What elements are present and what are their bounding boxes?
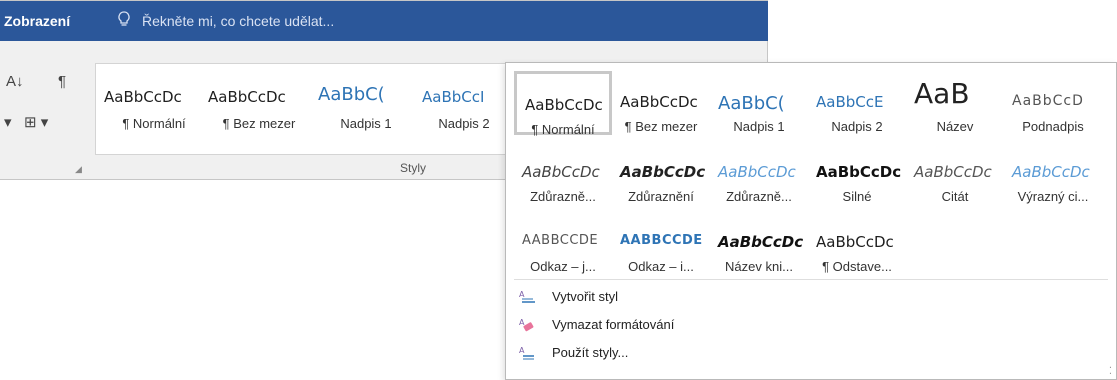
style-tile[interactable]: AABBCCDE Odkaz – j... [514,211,612,275]
styles-group-caption: Styly [400,161,427,175]
gallery-label: ¶ Bez mezer [222,116,296,131]
style-sample: AaBbCcD [1012,93,1084,109]
gallery-label: ¶ Normální [122,116,186,131]
style-label: ¶ Normální [531,122,595,137]
style-sample: AaBbCcDc [522,163,600,181]
style-label: Zdůrazně... [530,189,596,204]
apply-styles-icon: A [519,346,534,360]
gallery-sample: AaBbC( [318,84,385,105]
style-sample: AaB [914,77,970,110]
style-sample: AaBbCcDc [718,163,796,181]
style-label: Zdůraznění [628,189,694,204]
style-sample: AABBCCDE [522,233,599,248]
style-label: Výrazný ci... [1017,189,1089,204]
pilcrow-icon[interactable]: ¶ [58,73,66,90]
style-tile[interactable]: AaBbCcDc ¶ Odstave... [808,211,906,275]
paragraph-dialog-launcher-icon[interactable]: ◢ [75,164,82,175]
style-sample: AaBbCcDc [816,163,902,181]
create-style-icon: A [519,290,535,303]
gallery-sample: AaBbCcDc [208,88,286,106]
style-sample: AaBbCcE [816,93,884,111]
eraser-icon: A [519,318,534,332]
style-label: Název kni... [725,259,793,274]
sort-icon[interactable]: A↓ [6,73,24,90]
style-label: ¶ Bez mezer [624,119,698,134]
style-gallery: AaBbCcDc ¶ Normální AaBbCcDc ¶ Bez mezer… [95,63,506,155]
borders-icon[interactable]: ⊞ ▾ [24,113,48,131]
style-label: Nadpis 2 [831,119,883,134]
style-tile[interactable]: AaBbCcDc Zdůraznění [612,141,710,205]
style-label: Nadpis 1 [733,119,785,134]
menu-separator [514,279,1108,280]
svg-text:A: A [519,318,525,327]
gallery-sample: AaBbCcDc [104,88,182,106]
clear-formatting-label: Vymazat formátování [552,317,675,332]
tab-view[interactable]: Zobrazení [4,13,70,29]
tell-me-search[interactable]: Řekněte mi, co chcete udělat... [142,13,334,29]
style-label: Silné [842,189,872,204]
style-tile[interactable]: AaBbCcDc ¶ Normální [514,71,612,137]
style-tile[interactable]: AaBbCcDc Citát [906,141,1004,205]
style-sample: AaBbCcDc [816,233,894,251]
style-label: Odkaz – j... [530,259,596,274]
gallery-label: Nadpis 1 [340,116,392,131]
style-label: Podnadpis [1022,119,1084,134]
style-tile[interactable]: AaBbCcDc ¶ Bez mezer [612,71,710,135]
style-tile[interactable]: AaBbCcDc Výrazný ci... [1004,141,1102,205]
style-label: ¶ Odstave... [822,259,892,274]
styles-dropdown: AaBbCcDc ¶ Normální AaBbCcDc ¶ Bez mezer AaB… [505,62,1117,380]
style-sample: AaBbC( [718,93,785,114]
style-tile[interactable]: AaBbCcD Podnadpis [1004,71,1102,135]
style-sample: AABBCCDE [620,233,703,248]
apply-styles-label: Použít styly... [552,345,629,360]
apply-styles-menu-item[interactable]: A Použít styly... [514,341,814,365]
create-style-label: Vytvořit styl [552,289,618,304]
style-tile[interactable]: AaBbCcE Nadpis 2 [808,71,906,135]
style-tile[interactable]: AaBbCcDc Zdůrazně... [710,141,808,205]
svg-text:A: A [519,346,525,355]
gallery-style-heading-2[interactable]: AaBbCcI Nadpis 2 [422,68,506,146]
resize-grip-icon[interactable]: ⁚ [1109,366,1112,377]
style-sample: AaBbCcDc [620,93,698,111]
style-label: Odkaz – i... [628,259,694,274]
style-sample: AaBbCcDc [1012,163,1090,181]
style-tile[interactable]: AaBbCcDc Název kni... [710,211,808,275]
style-tile[interactable]: AABBCCDE Odkaz – i... [612,211,710,275]
style-tile[interactable]: AaBbCcDc Zdůrazně... [514,141,612,205]
style-label: Název [936,119,974,134]
clear-formatting-menu-item[interactable]: A Vymazat formátování [514,313,814,337]
lightbulb-icon [118,11,130,26]
style-tile[interactable]: AaBbC( Nadpis 1 [710,71,808,135]
paragraph-group: A↓ ¶ ▾ ⊞ ▾ [0,45,86,181]
gallery-sample: AaBbCcI [422,88,485,106]
gallery-label: Nadpis 2 [438,116,490,131]
title-bar: Zobrazení Řekněte mi, co chcete udělat..… [0,1,768,41]
shading-icon[interactable]: ▾ [4,113,12,131]
style-tile[interactable]: AaB Název [906,71,1004,135]
svg-text:A: A [519,290,525,299]
style-tile[interactable]: AaBbCcDc Silné [808,141,906,205]
gallery-style-heading-1[interactable]: AaBbC( Nadpis 1 [318,68,414,146]
style-sample: AaBbCcDc [914,163,992,181]
gallery-style-no-spacing[interactable]: AaBbCcDc ¶ Bez mezer [208,68,310,146]
style-sample: AaBbCcDc [718,233,804,251]
style-sample: AaBbCcDc [620,163,706,181]
create-style-menu-item[interactable]: A Vytvořit styl [514,285,814,309]
gallery-style-normal[interactable]: AaBbCcDc ¶ Normální [104,68,204,146]
style-label: Zdůrazně... [726,189,792,204]
style-label: Citát [941,189,969,204]
style-sample: AaBbCcDc [525,96,603,114]
